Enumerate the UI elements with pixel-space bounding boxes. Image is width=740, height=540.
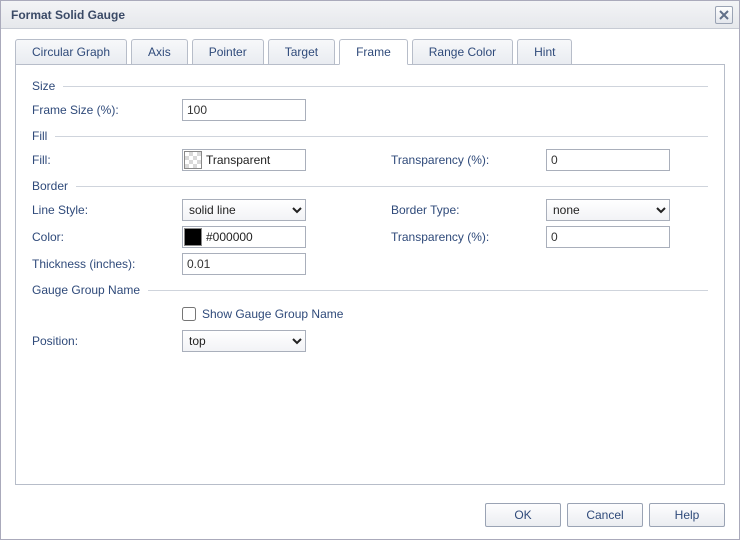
swatch-transparent-icon [184,151,202,169]
fill-color-name: Transparent [204,153,270,167]
close-icon [719,10,729,20]
titlebar: Format Solid Gauge [1,1,739,29]
section-border: Border [32,179,708,193]
border-color-hex: #000000 [204,230,253,244]
section-size: Size [32,79,708,93]
tab-circular-graph[interactable]: Circular Graph [15,39,127,64]
tab-axis[interactable]: Axis [131,39,188,64]
swatch-black-icon [184,228,202,246]
border-transparency-label: Transparency (%): [391,230,546,244]
border-transparency-input[interactable] [546,226,670,248]
frame-size-label: Frame Size (%): [32,103,182,117]
section-fill: Fill [32,129,708,143]
divider [63,86,708,87]
tab-range-color[interactable]: Range Color [412,39,513,64]
section-size-label: Size [32,79,55,93]
tab-hint[interactable]: Hint [517,39,572,64]
border-type-label: Border Type: [391,203,546,217]
cancel-button[interactable]: Cancel [567,503,643,527]
line-style-select[interactable]: solid line [182,199,306,221]
tabpanel-frame: Size Frame Size (%): Fill Fill: Transpar… [15,64,725,485]
fill-label: Fill: [32,153,182,167]
tab-target[interactable]: Target [268,39,335,64]
border-color-picker[interactable]: #000000 [182,226,306,248]
tab-pointer[interactable]: Pointer [192,39,264,64]
show-gauge-group-name-label: Show Gauge Group Name [202,307,343,321]
frame-size-input[interactable] [182,99,306,121]
section-groupname-label: Gauge Group Name [32,283,140,297]
position-select[interactable]: top [182,330,306,352]
fill-color-picker[interactable]: Transparent [182,149,306,171]
section-border-label: Border [32,179,68,193]
thickness-input[interactable] [182,253,306,275]
dialog-footer: OK Cancel Help [1,493,739,539]
divider [55,136,708,137]
section-gauge-group-name: Gauge Group Name [32,283,708,297]
fill-transparency-input[interactable] [546,149,670,171]
format-solid-gauge-dialog: Format Solid Gauge Circular Graph Axis P… [0,0,740,540]
thickness-label: Thickness (inches): [32,257,182,271]
border-type-select[interactable]: none [546,199,670,221]
border-color-label: Color: [32,230,182,244]
close-button[interactable] [715,6,733,24]
window-title: Format Solid Gauge [11,8,125,22]
divider [148,290,708,291]
fill-transparency-label: Transparency (%): [391,153,546,167]
line-style-label: Line Style: [32,203,182,217]
tabstrip: Circular Graph Axis Pointer Target Frame… [15,39,725,64]
position-label: Position: [32,334,182,348]
section-fill-label: Fill [32,129,47,143]
ok-button[interactable]: OK [485,503,561,527]
divider [76,186,708,187]
show-gauge-group-name-checkbox[interactable] [182,307,196,321]
help-button[interactable]: Help [649,503,725,527]
tab-frame[interactable]: Frame [339,39,408,65]
